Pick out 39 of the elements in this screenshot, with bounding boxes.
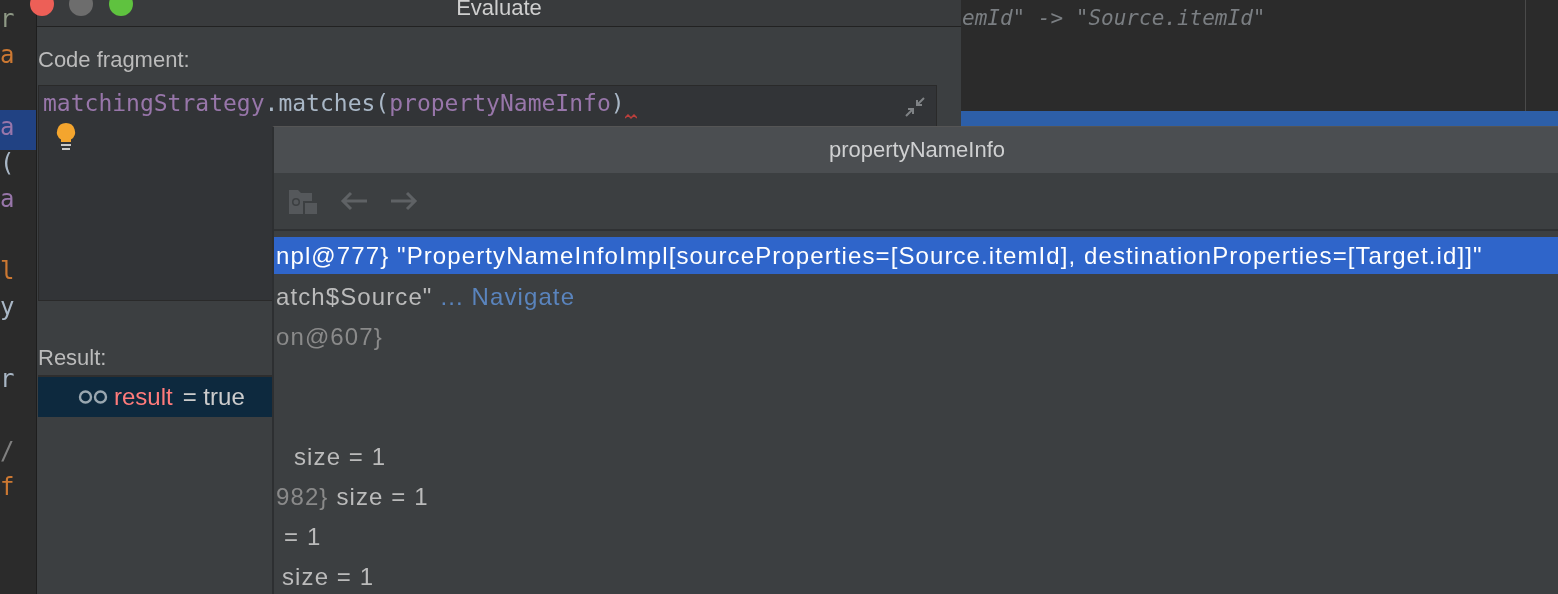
code-fragment-text: r (0, 4, 15, 34)
code-fragment-text: / (0, 436, 15, 466)
code-fragment-text: f (0, 472, 15, 502)
value-text: = 1 (284, 523, 322, 551)
code-fragment-text: ( (0, 148, 15, 178)
tree-row[interactable]: npl@777} "PropertyNameInfoImpl[sourceProperties=[Source.itemId], destinationProperties=[Target.id]]" (274, 237, 1558, 274)
code-token: .matches( (264, 90, 390, 116)
tree-row[interactable]: 982} size = 1 (274, 477, 1558, 517)
value-text: npl@777} "PropertyNameInfoImpl[sourceProperties=[Source.itemId], destinationProperties=[Target.id]]" (276, 241, 1483, 270)
code-token: propertyNameInfo (389, 90, 611, 116)
tree-row[interactable]: = 1 (274, 517, 1558, 557)
back-arrow-icon[interactable] (340, 191, 368, 211)
tree-row[interactable]: atch$Source" ... Navigate (274, 277, 1558, 317)
error-squiggle-icon (624, 114, 637, 120)
tree-row[interactable]: size = 1 (274, 557, 1558, 594)
popup-title: propertyNameInfo (274, 127, 1558, 173)
lightbulb-icon[interactable] (55, 122, 77, 152)
object-id-text: on@607} (276, 323, 383, 351)
value-text: size = 1 (294, 443, 387, 471)
value-text: size = 1 (282, 563, 375, 591)
object-id-text: 982} (276, 483, 329, 511)
result-label: Result: (37, 345, 107, 371)
code-fragment-text: l (0, 256, 15, 286)
tree-row[interactable]: size = 1 (274, 437, 1558, 477)
value-text: atch$Source" (276, 283, 433, 311)
forward-arrow-icon[interactable] (390, 191, 418, 211)
code-fragment-text: y (0, 292, 15, 322)
code-fragment-text: r (0, 364, 15, 394)
code-fragment-text: a (0, 112, 15, 142)
code-fragment-text: a (0, 184, 15, 214)
code-token: matchingStrategy (43, 90, 265, 116)
code-line: emId" -> "Source.itemId" (962, 6, 1266, 30)
code-fragment-label: Code fragment: (37, 46, 190, 74)
glasses-icon (78, 390, 108, 404)
value-text: size = 1 (336, 483, 429, 511)
code-fragment-text: a (0, 40, 15, 70)
collapse-icon[interactable] (904, 96, 926, 118)
tree-row[interactable]: on@607} (274, 317, 1558, 357)
code-token: ) (610, 90, 625, 116)
